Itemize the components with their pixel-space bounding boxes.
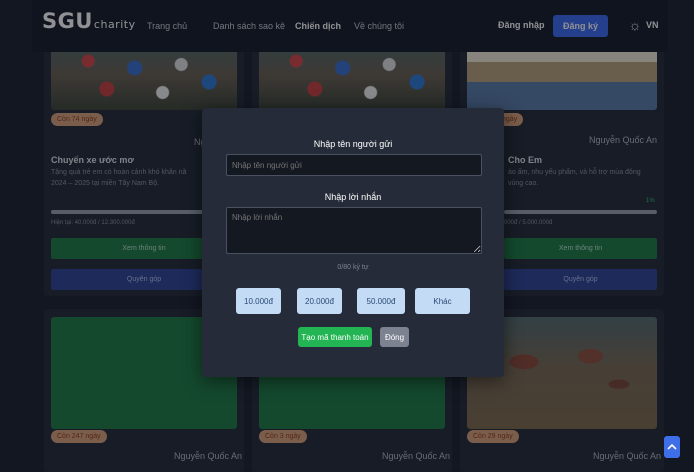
amount-20000-button[interactable]: 20.000đ — [297, 288, 342, 314]
amount-other-button[interactable]: Khác — [415, 288, 470, 314]
chevron-up-icon — [667, 443, 677, 450]
scroll-to-top-button[interactable] — [664, 436, 680, 458]
amount-50000-button[interactable]: 50.000đ — [357, 288, 405, 314]
sender-name-input[interactable] — [226, 154, 482, 176]
create-payment-code-button[interactable]: Tạo mã thanh toán — [298, 327, 372, 347]
sender-label: Nhập tên người gửi — [313, 139, 393, 149]
message-label: Nhập lời nhắn — [324, 192, 382, 202]
char-counter: 0/80 ký tự — [337, 264, 369, 271]
message-input[interactable] — [226, 207, 482, 254]
donation-modal: Nhập tên người gửi Nhập lời nhắn 0/80 ký… — [202, 108, 504, 377]
close-button[interactable]: Đóng — [380, 327, 409, 347]
amount-10000-button[interactable]: 10.000đ — [236, 288, 281, 314]
